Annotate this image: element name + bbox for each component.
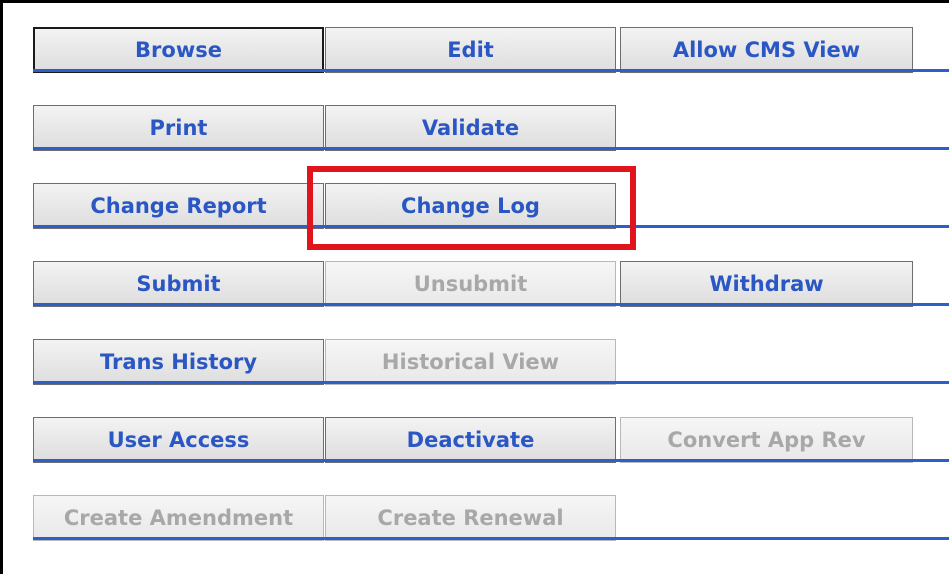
allow-cms-view-button[interactable]: Allow CMS View: [620, 27, 913, 73]
submit-button[interactable]: Submit: [33, 261, 324, 307]
action-row-2: Print Validate: [27, 95, 949, 151]
action-row-6: User Access Deactivate Convert App Rev: [27, 407, 949, 463]
withdraw-button[interactable]: Withdraw: [620, 261, 913, 307]
unsubmit-button: Unsubmit: [325, 261, 616, 307]
edit-button[interactable]: Edit: [325, 27, 616, 73]
print-button[interactable]: Print: [33, 105, 324, 151]
convert-app-rev-button: Convert App Rev: [620, 417, 913, 463]
action-row-7: Create Amendment Create Renewal: [27, 485, 949, 541]
validate-button[interactable]: Validate: [325, 105, 616, 151]
trans-history-button[interactable]: Trans History: [33, 339, 324, 385]
action-button-panel: Browse Edit Allow CMS View Print Validat…: [0, 0, 949, 574]
deactivate-button[interactable]: Deactivate: [325, 417, 616, 463]
historical-view-button: Historical View: [325, 339, 616, 385]
change-log-button[interactable]: Change Log: [325, 183, 616, 229]
browse-button[interactable]: Browse: [33, 27, 324, 73]
action-row-5: Trans History Historical View: [27, 329, 949, 385]
change-report-button[interactable]: Change Report: [33, 183, 324, 229]
create-renewal-button: Create Renewal: [325, 495, 616, 541]
action-row-4: Submit Unsubmit Withdraw: [27, 251, 949, 307]
action-row-1: Browse Edit Allow CMS View: [27, 17, 949, 73]
user-access-button[interactable]: User Access: [33, 417, 324, 463]
create-amendment-button: Create Amendment: [33, 495, 324, 541]
action-row-3: Change Report Change Log: [27, 173, 949, 229]
